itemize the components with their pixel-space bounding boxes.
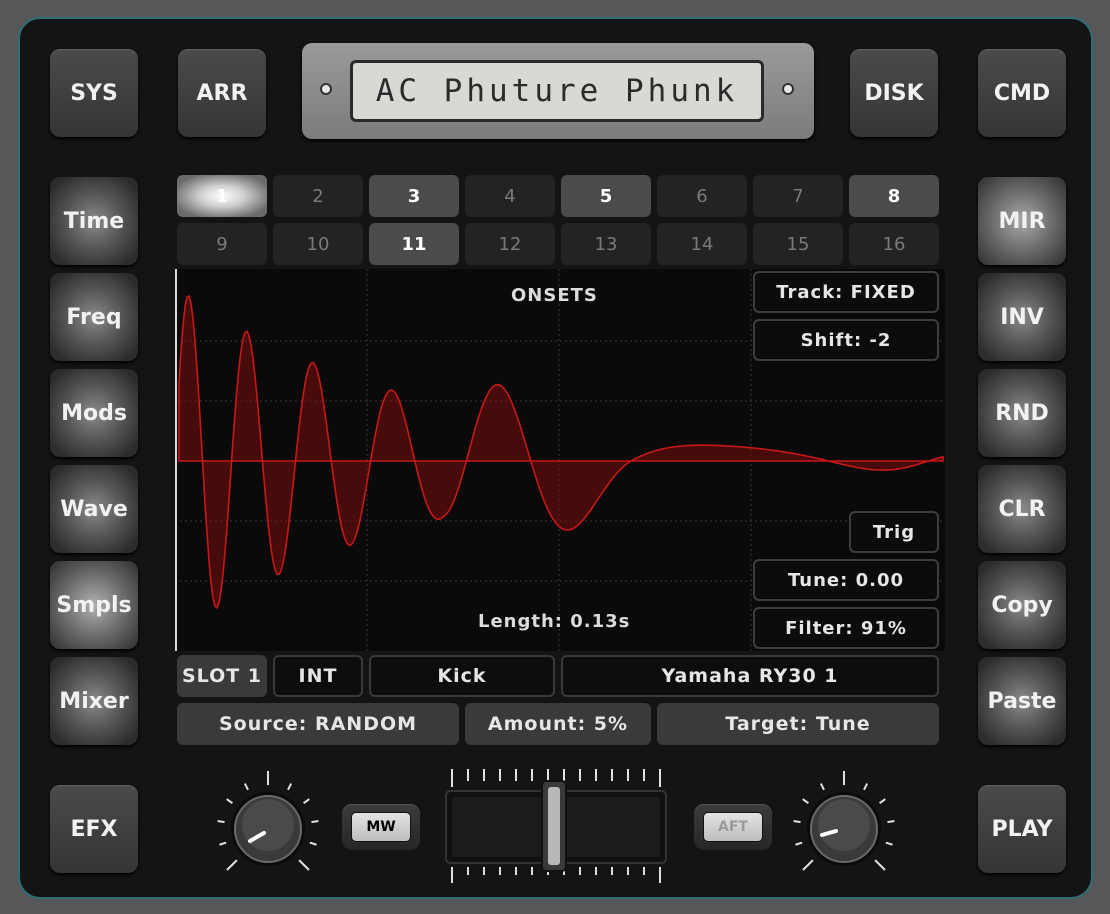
onsets-display: ONSETS Track: FIXED Shift: -2 Trig Tune:… [175,269,945,651]
paste-button[interactable]: Paste [978,657,1066,745]
wave-button[interactable]: Wave [50,465,138,553]
sys-button[interactable]: SYS [50,49,138,137]
step-button-16[interactable]: 16 [849,223,939,265]
lcd-bezel: AC Phuture Phunk [302,43,814,139]
mod-target[interactable]: Target: Tune [657,703,939,745]
step-button-10[interactable]: 10 [273,223,363,265]
disk-button[interactable]: DISK [850,49,938,137]
aft-button[interactable]: AFT [694,804,772,850]
lcd-display: AC Phuture Phunk [350,60,764,122]
trig-button[interactable]: Trig [849,511,939,553]
pitch-fader[interactable] [444,767,668,885]
inv-button[interactable]: INV [978,273,1066,361]
step-button-4[interactable]: 4 [465,175,555,217]
tune-control[interactable]: Tune: 0.00 [753,559,939,601]
play-button[interactable]: PLAY [978,785,1066,873]
mods-button[interactable]: Mods [50,369,138,457]
mw-button[interactable]: MW [342,804,420,850]
step-button-12[interactable]: 12 [465,223,555,265]
mir-button[interactable]: MIR [978,177,1066,265]
step-button-1[interactable]: 1 [177,175,267,217]
rnd-button[interactable]: RND [978,369,1066,457]
lcd-screw-left [320,83,332,95]
track-control[interactable]: Track: FIXED [753,271,939,313]
mod-source[interactable]: Source: RANDOM [177,703,459,745]
length-label: Length: 0.13s [478,611,631,632]
cmd-button[interactable]: CMD [978,49,1066,137]
step-button-6[interactable]: 6 [657,175,747,217]
efx-button[interactable]: EFX [50,785,138,873]
instrument-panel: SYS ARR AC Phuture Phunk DISK CMD Time F… [18,17,1093,899]
step-button-2[interactable]: 2 [273,175,363,217]
step-button-11[interactable]: 11 [369,223,459,265]
step-button-13[interactable]: 13 [561,223,651,265]
step-button-9[interactable]: 9 [177,223,267,265]
display-title: ONSETS [511,285,598,306]
smpls-button[interactable]: Smpls [50,561,138,649]
left-knob[interactable] [206,767,330,891]
shift-control[interactable]: Shift: -2 [753,319,939,361]
filter-control[interactable]: Filter: 91% [753,607,939,649]
step-button-8[interactable]: 8 [849,175,939,217]
step-button-15[interactable]: 15 [753,223,843,265]
time-button[interactable]: Time [50,177,138,265]
step-button-7[interactable]: 7 [753,175,843,217]
slot-selector[interactable]: SLOT 1 [177,655,267,697]
lcd-screw-right [782,83,794,95]
mod-amount[interactable]: Amount: 5% [465,703,651,745]
right-knob[interactable] [782,767,906,891]
step-button-5[interactable]: 5 [561,175,651,217]
mixer-button[interactable]: Mixer [50,657,138,745]
aft-label: AFT [703,812,763,842]
kit-selector[interactable]: Yamaha RY30 1 [561,655,939,697]
step-button-3[interactable]: 3 [369,175,459,217]
mw-label: MW [351,812,411,842]
int-selector[interactable]: INT [273,655,363,697]
freq-button[interactable]: Freq [50,273,138,361]
clr-button[interactable]: CLR [978,465,1066,553]
arr-button[interactable]: ARR [178,49,266,137]
instrument-selector[interactable]: Kick [369,655,555,697]
copy-button[interactable]: Copy [978,561,1066,649]
step-button-14[interactable]: 14 [657,223,747,265]
